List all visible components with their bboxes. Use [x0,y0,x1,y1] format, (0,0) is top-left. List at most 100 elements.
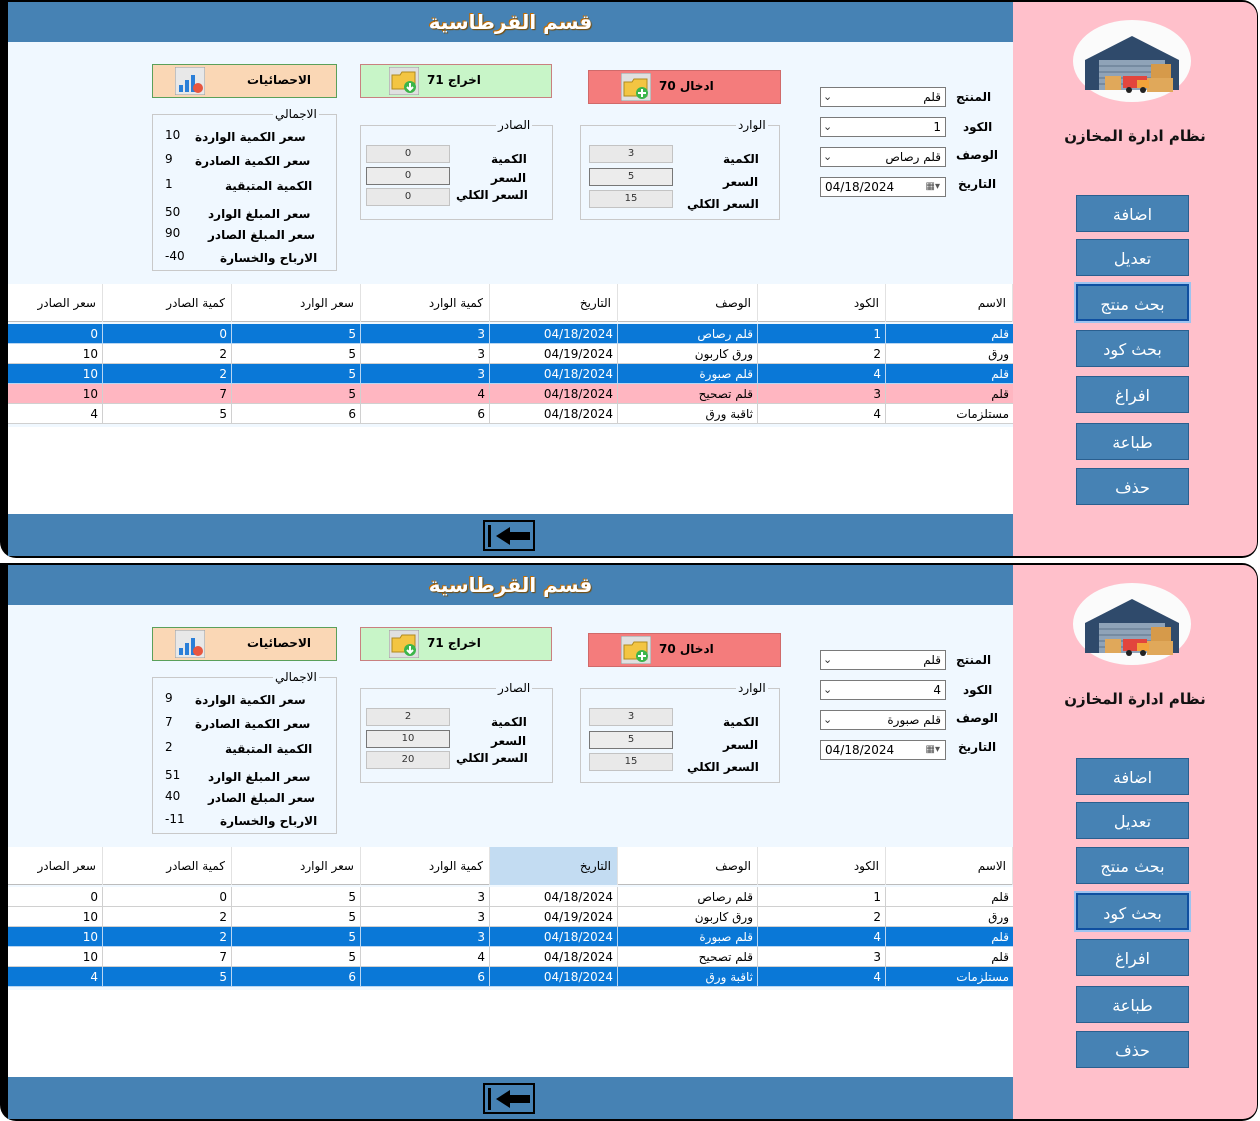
chevron-down-icon[interactable]: ⌄ [823,713,832,726]
table-row[interactable]: 10 2 5 3 04/19/2024 ورق كاربون 2 ورق [8,344,1013,364]
cell-code[interactable]: 1 [758,324,886,344]
column-header[interactable]: الاسم [886,284,1013,322]
cell-date[interactable]: 04/19/2024 [490,344,618,364]
cell-in-price[interactable]: 5 [232,907,361,927]
outgoing-total-field[interactable]: 0 [366,188,450,206]
incoming-price-field[interactable]: 5 [589,168,673,186]
product-select[interactable]: ⌄ قلم [820,87,946,107]
cell-description[interactable]: ورق كاربون [618,344,758,364]
cell-in-qty[interactable]: 3 [361,364,490,384]
column-header[interactable]: الكود [758,847,886,885]
cell-name[interactable]: قلم [886,364,1013,384]
column-header[interactable]: كمية الوارد [361,847,490,885]
column-header[interactable]: سعر الصادر [8,847,103,885]
cell-in-price[interactable]: 5 [232,364,361,384]
cell-out-qty[interactable]: 7 [103,947,232,967]
nav-button-3[interactable]: بحث كود [1076,330,1189,367]
cell-out-price[interactable]: 10 [8,927,103,947]
cell-date[interactable]: 04/18/2024 [490,364,618,384]
cell-name[interactable]: مستلزمات [886,967,1013,987]
outgoing-qty-field[interactable]: 0 [366,145,450,163]
back-button[interactable] [483,520,535,551]
table-row[interactable]: 4 5 6 6 04/18/2024 ثاقبة ورق 4 مستلزمات [8,404,1013,424]
nav-button-6[interactable]: حذف [1076,1031,1189,1068]
cell-out-qty[interactable]: 5 [103,967,232,987]
outgoing-price-field[interactable]: 10 [366,730,450,748]
cell-out-price[interactable]: 0 [8,324,103,344]
table-row[interactable]: 0 0 5 3 04/18/2024 قلم رصاص 1 قلم [8,324,1013,344]
back-button[interactable] [483,1083,535,1114]
incoming-qty-field[interactable]: 3 [589,145,673,163]
cell-in-qty[interactable]: 4 [361,947,490,967]
cell-in-qty[interactable]: 3 [361,927,490,947]
cell-out-price[interactable]: 4 [8,404,103,424]
cell-out-qty[interactable]: 0 [103,887,232,907]
chevron-down-icon[interactable]: ⌄ [823,120,832,133]
nav-button-2[interactable]: بحث منتج [1074,282,1191,323]
column-header[interactable]: كمية الصادر [103,847,232,885]
chevron-down-icon[interactable]: ⌄ [823,90,832,103]
cell-code[interactable]: 3 [758,947,886,967]
cell-out-qty[interactable]: 7 [103,384,232,404]
cell-out-qty[interactable]: 2 [103,907,232,927]
cell-in-qty[interactable]: 6 [361,404,490,424]
table-row[interactable]: 10 2 5 3 04/18/2024 قلم صبورة 4 قلم [8,927,1013,947]
cell-name[interactable]: قلم [886,887,1013,907]
cell-date[interactable]: 04/18/2024 [490,967,618,987]
nav-button-2[interactable]: بحث منتج [1076,847,1189,884]
outgoing-qty-field[interactable]: 2 [366,708,450,726]
entry-button[interactable]: ادخال 70 [588,70,781,104]
cell-name[interactable]: قلم [886,947,1013,967]
cell-in-qty[interactable]: 6 [361,967,490,987]
nav-button-6[interactable]: حذف [1076,468,1189,505]
cell-description[interactable]: قلم تصحيح [618,384,758,404]
table-row[interactable]: 4 5 6 6 04/18/2024 ثاقبة ورق 4 مستلزمات [8,967,1013,987]
nav-button-3[interactable]: بحث كود [1074,891,1191,932]
cell-out-price[interactable]: 10 [8,384,103,404]
nav-button-4[interactable]: افراغ [1076,376,1189,413]
cell-out-price[interactable]: 10 [8,907,103,927]
cell-description[interactable]: ثاقبة ورق [618,404,758,424]
nav-button-0[interactable]: اضافة [1076,195,1189,232]
chevron-down-icon[interactable]: ⌄ [823,150,832,163]
exit-button[interactable]: اخراج 71 [360,627,552,661]
incoming-total-field[interactable]: 15 [589,753,673,771]
incoming-total-field[interactable]: 15 [589,190,673,208]
cell-out-price[interactable]: 0 [8,887,103,907]
cell-in-qty[interactable]: 3 [361,344,490,364]
table-row[interactable]: 10 2 5 3 04/18/2024 قلم صبورة 4 قلم [8,364,1013,384]
cell-in-qty[interactable]: 4 [361,384,490,404]
cell-description[interactable]: قلم رصاص [618,324,758,344]
product-select[interactable]: ⌄ قلم [820,650,946,670]
cell-out-qty[interactable]: 2 [103,927,232,947]
nav-button-1[interactable]: تعديل [1076,239,1189,276]
cell-date[interactable]: 04/19/2024 [490,907,618,927]
column-header[interactable]: سعر الصادر [8,284,103,322]
cell-in-price[interactable]: 5 [232,887,361,907]
date-picker[interactable]: 04/18/2024 ▦▾ [820,740,946,760]
cell-in-price[interactable]: 5 [232,344,361,364]
cell-in-price[interactable]: 5 [232,947,361,967]
cell-description[interactable]: ثاقبة ورق [618,967,758,987]
nav-button-1[interactable]: تعديل [1076,802,1189,839]
cell-description[interactable]: قلم صبورة [618,927,758,947]
cell-date[interactable]: 04/18/2024 [490,324,618,344]
cell-description[interactable]: قلم تصحيح [618,947,758,967]
table-row[interactable]: 10 2 5 3 04/19/2024 ورق كاربون 2 ورق [8,907,1013,927]
cell-in-qty[interactable]: 3 [361,887,490,907]
calendar-icon[interactable]: ▦▾ [926,181,940,192]
cell-out-price[interactable]: 10 [8,364,103,384]
cell-out-qty[interactable]: 0 [103,324,232,344]
cell-date[interactable]: 04/18/2024 [490,404,618,424]
cell-code[interactable]: 4 [758,404,886,424]
cell-date[interactable]: 04/18/2024 [490,947,618,967]
cell-code[interactable]: 4 [758,927,886,947]
column-header[interactable]: الكود [758,284,886,322]
cell-code[interactable]: 3 [758,384,886,404]
exit-button[interactable]: اخراج 71 [360,64,552,98]
code-select[interactable]: ⌄ 1 [820,117,946,137]
cell-code[interactable]: 2 [758,344,886,364]
code-select[interactable]: ⌄ 4 [820,680,946,700]
cell-description[interactable]: ورق كاربون [618,907,758,927]
outgoing-total-field[interactable]: 20 [366,751,450,769]
